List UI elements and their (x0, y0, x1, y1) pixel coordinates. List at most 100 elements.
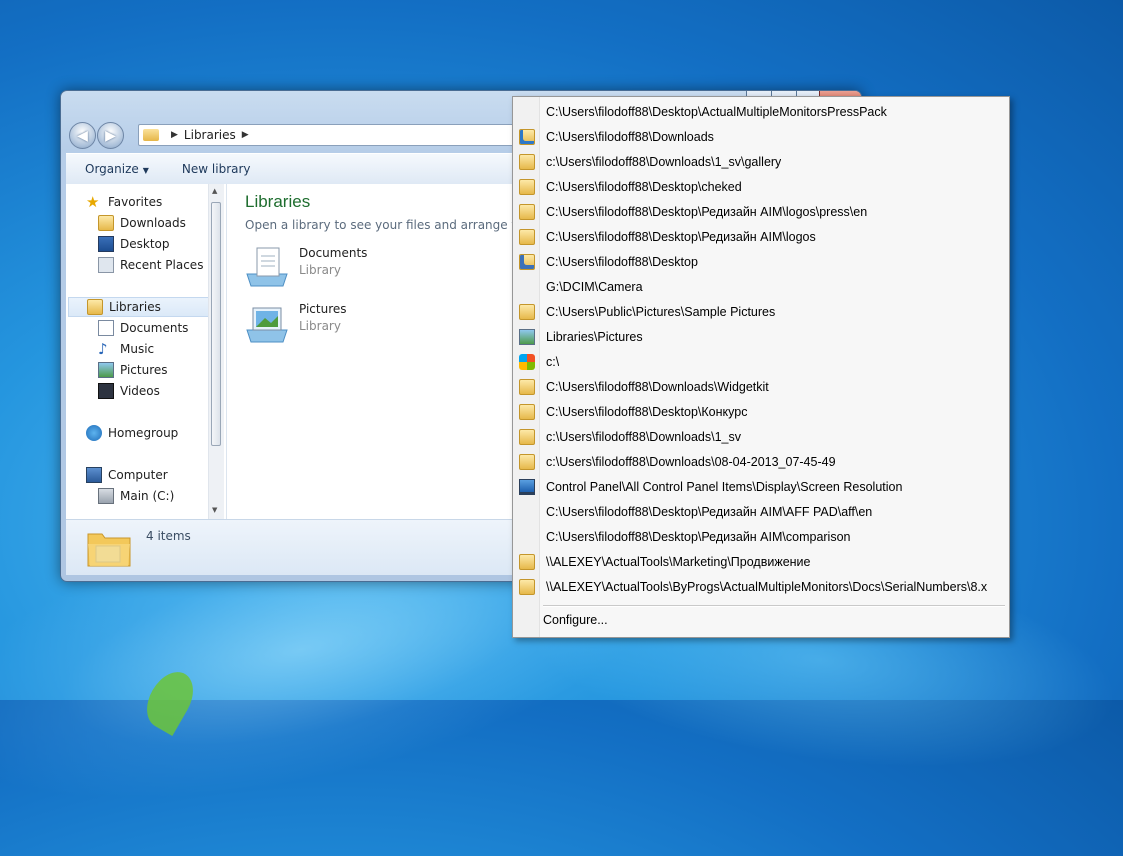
menu-item-label: C:\Users\filodoff88\Desktop\Редизайн AIM… (546, 530, 851, 544)
menu-item[interactable]: C:\Users\filodoff88\Desktop\Редизайн AIM… (515, 225, 1005, 249)
pictures-icon (519, 329, 535, 345)
menu-item[interactable]: c:\ (515, 350, 1005, 374)
nav-libraries[interactable]: Libraries (68, 297, 210, 317)
windows-logo-icon (519, 354, 535, 370)
nav-homegroup[interactable]: Homegroup (86, 423, 178, 443)
scroll-down-icon[interactable]: ▼ (212, 506, 217, 514)
blank-icon (519, 504, 535, 520)
navigation-pane: ★ Favorites Downloads Desktop Recent Pla… (66, 184, 227, 519)
menu-item[interactable]: C:\Users\filodoff88\Downloads (515, 125, 1005, 149)
back-button[interactable]: ◀ (69, 122, 96, 149)
folder-icon (519, 429, 535, 445)
nav-desktop[interactable]: Desktop (98, 234, 170, 254)
drive-icon (98, 488, 114, 504)
folder-icon (519, 304, 535, 320)
menu-item-label: \\ALEXEY\ActualTools\Marketing\Продвижен… (546, 555, 811, 569)
library-name: Documents (299, 246, 368, 260)
folder-icon (519, 229, 535, 245)
address-crumb-libraries[interactable]: Libraries (184, 128, 236, 142)
recent-places-icon (98, 257, 114, 273)
menu-item-label: C:\Users\filodoff88\Desktop\Конкурс (546, 405, 748, 419)
menu-item[interactable]: C:\Users\filodoff88\Desktop\Редизайн AIM… (515, 200, 1005, 224)
menu-item[interactable]: Control Panel\All Control Panel Items\Di… (515, 475, 1005, 499)
nav-main-c[interactable]: Main (C:) (98, 486, 174, 506)
nav-favorites-label: Favorites (108, 195, 163, 209)
menu-item[interactable]: C:\Users\filodoff88\Desktop\Редизайн AIM… (515, 500, 1005, 524)
menu-item[interactable]: c:\Users\filodoff88\Downloads\08-04-2013… (515, 450, 1005, 474)
organize-button[interactable]: Organize ▼ (66, 162, 163, 176)
item-count: 4 items (146, 529, 191, 543)
menu-item-label: C:\Users\filodoff88\Downloads\Widgetkit (546, 380, 769, 394)
library-documents[interactable]: Documents Library (243, 246, 367, 290)
menu-item[interactable]: C:\Users\filodoff88\Desktop (515, 250, 1005, 274)
menu-item-configure[interactable]: Configure... (543, 613, 608, 627)
nav-videos[interactable]: Videos (98, 381, 160, 401)
nav-music[interactable]: ♪ Music (98, 339, 154, 359)
folder-icon (519, 379, 535, 395)
menu-item-label: \\ALEXEY\ActualTools\ByProgs\ActualMulti… (546, 580, 988, 594)
menu-item[interactable]: C:\Users\Public\Pictures\Sample Pictures (515, 300, 1005, 324)
menu-item[interactable]: Libraries\Pictures (515, 325, 1005, 349)
menu-item-label: Libraries\Pictures (546, 330, 643, 344)
menu-item-label: C:\Users\filodoff88\Desktop (546, 255, 698, 269)
library-kind: Library (299, 263, 341, 277)
menu-item[interactable]: \\ALEXEY\ActualTools\ByProgs\ActualMulti… (515, 575, 1005, 599)
address-separator-icon[interactable]: ▶ (171, 130, 178, 140)
address-separator-icon[interactable]: ▶ (242, 130, 249, 140)
nav-recent-places[interactable]: Recent Places (98, 255, 203, 275)
nav-documents-label: Documents (120, 321, 189, 335)
desktop-icon (98, 236, 114, 252)
music-icon: ♪ (98, 340, 108, 358)
forward-button[interactable]: ▶ (97, 122, 124, 149)
menu-item[interactable]: c:\Users\filodoff88\Downloads\1_sv\galle… (515, 150, 1005, 174)
chevron-down-icon: ▼ (142, 166, 149, 175)
menu-item-label: C:\Users\filodoff88\Desktop\Редизайн AIM… (546, 230, 816, 244)
menu-divider (543, 605, 1005, 607)
libraries-icon (87, 299, 103, 315)
nav-videos-label: Videos (120, 384, 160, 398)
nav-documents[interactable]: Documents (98, 318, 188, 338)
nav-pictures[interactable]: Pictures (98, 360, 168, 380)
nav-scrollbar[interactable]: ▲ ▼ (208, 184, 224, 519)
blank-icon (519, 279, 535, 295)
scroll-thumb[interactable] (211, 202, 221, 446)
folder-icon (519, 404, 535, 420)
menu-item-label: G:\DCIM\Camera (546, 280, 643, 294)
nav-computer[interactable]: Computer (86, 465, 168, 485)
nav-downloads-label: Downloads (120, 216, 186, 230)
nav-favorites[interactable]: ★ Favorites (86, 192, 162, 212)
menu-item[interactable]: G:\DCIM\Camera (515, 275, 1005, 299)
pictures-icon (98, 362, 114, 378)
menu-item-label: C:\Users\filodoff88\Desktop\cheked (546, 180, 742, 194)
menu-item[interactable]: C:\Users\filodoff88\Desktop\Конкурс (515, 400, 1005, 424)
nav-recent-label: Recent Places (120, 258, 204, 272)
folder-icon (519, 179, 535, 195)
library-pictures[interactable]: Pictures Library (243, 302, 347, 346)
documents-icon (98, 320, 114, 336)
menu-item[interactable]: C:\Users\filodoff88\Desktop\Редизайн AIM… (515, 525, 1005, 549)
nav-music-label: Music (120, 342, 155, 356)
scroll-up-icon[interactable]: ▲ (212, 187, 217, 195)
menu-item-label: C:\Users\filodoff88\Desktop\Редизайн AIM… (546, 505, 873, 519)
page-title: Libraries (245, 192, 311, 211)
computer-icon (86, 467, 102, 483)
library-name: Pictures (299, 302, 347, 316)
menu-item[interactable]: c:\Users\filodoff88\Downloads\1_sv (515, 425, 1005, 449)
blank-icon (519, 529, 535, 545)
menu-item-label: c:\Users\filodoff88\Downloads\08-04-2013… (546, 455, 836, 469)
menu-item-label: C:\Users\Public\Pictures\Sample Pictures (546, 305, 776, 319)
folder-icon (519, 454, 535, 470)
menu-item[interactable]: C:\Users\filodoff88\Desktop\ActualMultip… (515, 100, 1005, 124)
nav-desktop-label: Desktop (120, 237, 170, 251)
menu-item[interactable]: C:\Users\filodoff88\Downloads\Widgetkit (515, 375, 1005, 399)
menu-item[interactable]: C:\Users\filodoff88\Desktop\cheked (515, 175, 1005, 199)
star-icon: ★ (86, 193, 100, 211)
folder-icon (519, 579, 535, 595)
downloads-folder-icon (519, 129, 535, 145)
desktop-folder-icon (519, 254, 535, 270)
nav-downloads[interactable]: Downloads (98, 213, 186, 233)
menu-item-label: C:\Users\filodoff88\Downloads (546, 130, 714, 144)
folder-icon (519, 154, 535, 170)
new-library-button[interactable]: New library (163, 162, 265, 176)
menu-item[interactable]: \\ALEXEY\ActualTools\Marketing\Продвижен… (515, 550, 1005, 574)
